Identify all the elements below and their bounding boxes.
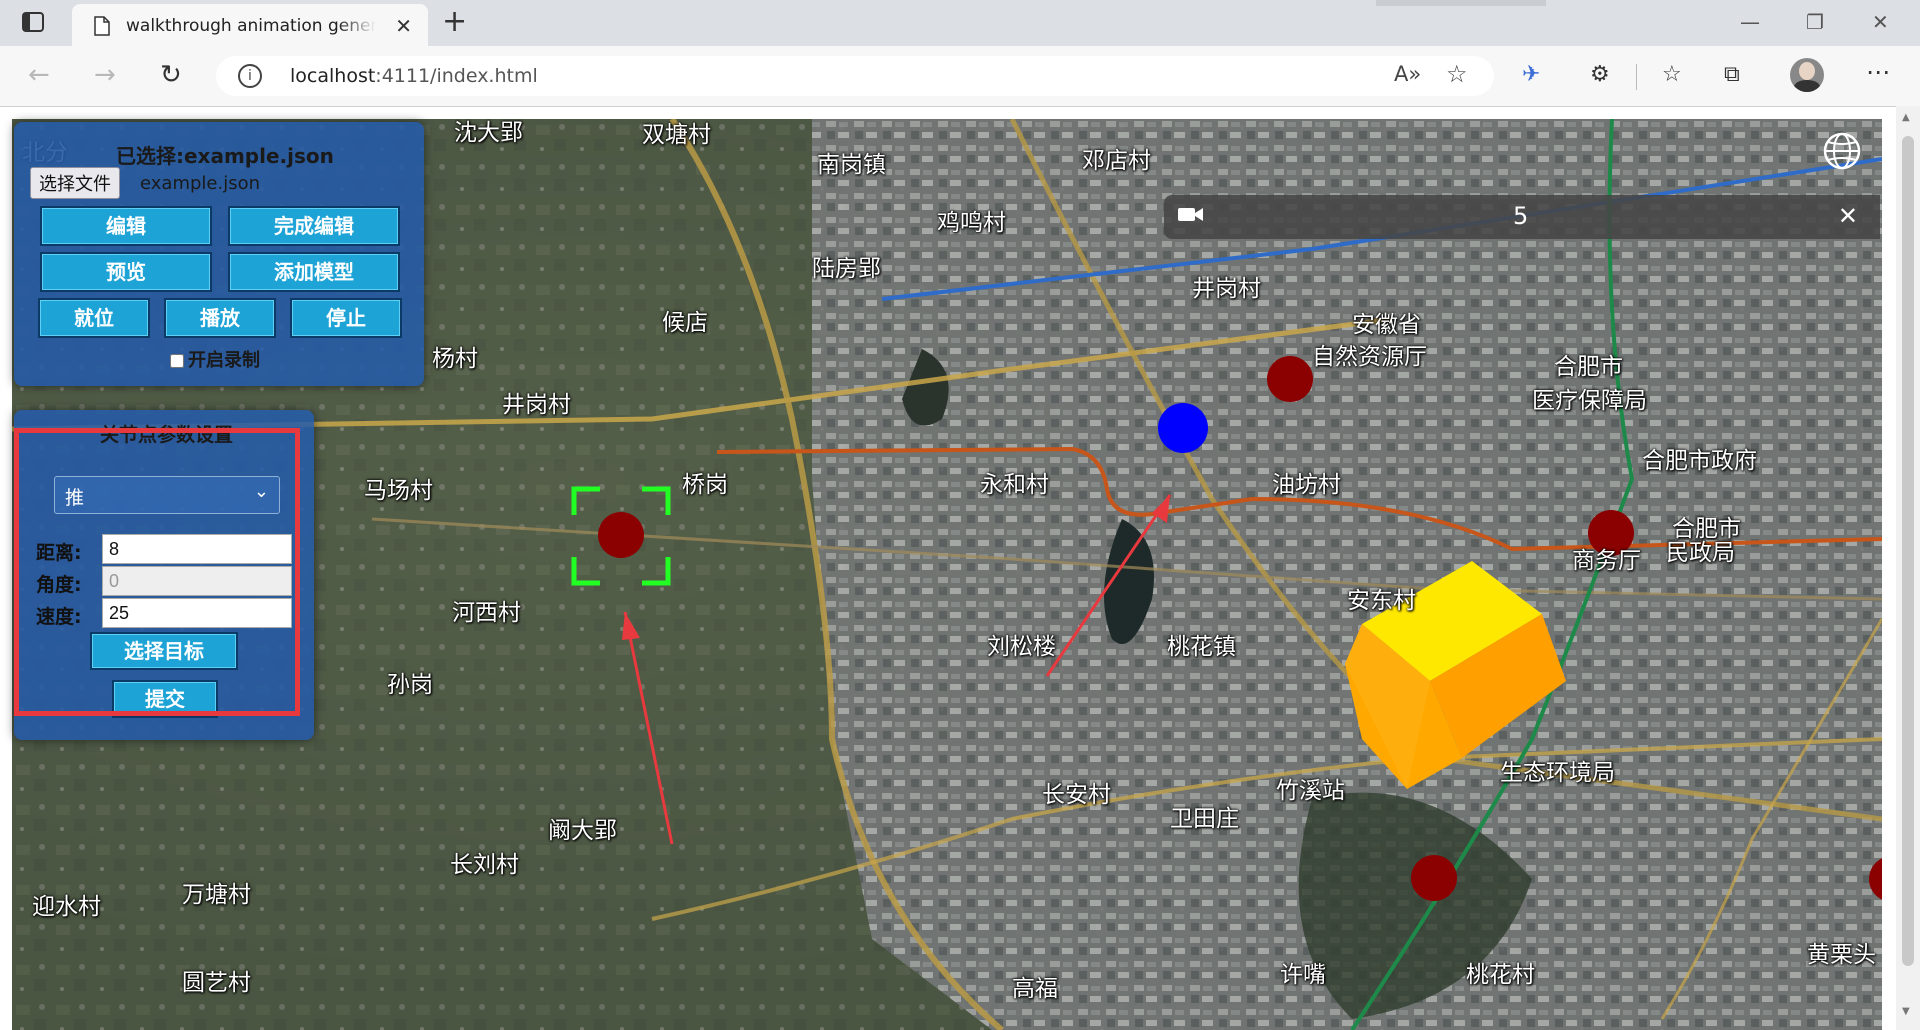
sidebar-icon[interactable] [22, 12, 44, 32]
refresh-icon[interactable]: ↻ [160, 60, 182, 90]
finish-edit-button[interactable]: 完成编辑 [228, 206, 400, 246]
map-label: 井岗村 [502, 392, 571, 418]
record-label: 开启录制 [188, 350, 260, 371]
joint-marker[interactable] [1267, 356, 1313, 402]
highlight-box [14, 428, 300, 716]
map-label: 桃花镇 [1167, 634, 1236, 660]
map-label: 民政局 [1666, 540, 1735, 566]
record-checkbox[interactable] [170, 354, 184, 368]
restore-icon[interactable]: ❐ [1806, 10, 1824, 34]
stop-button[interactable]: 停止 [290, 298, 402, 338]
page-scrollbar[interactable]: ▲ ▼ [1896, 106, 1920, 1030]
play-button[interactable]: 播放 [164, 298, 276, 338]
map-label: 永和村 [980, 472, 1049, 498]
browser-tab-bar: walkthrough animation generator ✕ + — ❐ … [0, 0, 1920, 46]
choose-file-button[interactable]: 选择文件 [30, 167, 120, 199]
info-icon[interactable]: i [238, 64, 262, 88]
read-aloud-icon[interactable]: A» [1394, 62, 1421, 86]
extension-bird-icon[interactable]: ✈ [1522, 62, 1540, 87]
map-label: 黄栗头 [1807, 942, 1876, 968]
map-label: 井岗村 [1192, 276, 1261, 302]
map-label: 生态环境局 [1500, 760, 1615, 786]
collections-icon[interactable]: ⧉ [1724, 62, 1740, 87]
minimize-icon[interactable]: — [1740, 10, 1760, 34]
map-label: 河西村 [452, 600, 521, 626]
tab-title: walkthrough animation generator [126, 16, 376, 36]
scroll-thumb[interactable] [1902, 136, 1914, 966]
edit-button[interactable]: 编辑 [40, 206, 212, 246]
map-label: 刘松楼 [987, 634, 1056, 660]
joint-marker[interactable] [598, 512, 644, 558]
map-label: 竹溪站 [1276, 778, 1345, 804]
address-input[interactable]: i localhost:4111/index.html A» ☆ [216, 56, 1494, 96]
close-icon[interactable]: ✕ [1838, 202, 1858, 230]
map-label: 南岗镇 [817, 152, 886, 178]
page-icon [94, 16, 110, 36]
in-place-button[interactable]: 就位 [38, 298, 150, 338]
globe-icon[interactable] [1822, 131, 1862, 171]
close-window-icon[interactable]: ✕ [1872, 10, 1889, 34]
close-icon[interactable]: ✕ [395, 14, 412, 38]
map-label: 双塘村 [642, 122, 711, 148]
extensions-icon[interactable]: ⚙ [1590, 62, 1610, 87]
map-label: 高福 [1012, 976, 1058, 1002]
toolbar-divider [1636, 64, 1637, 90]
map-label: 迎水村 [32, 894, 101, 920]
selected-file-label: 已选择:example.json [116, 144, 334, 168]
timer-value: 5 [1513, 202, 1529, 230]
map-label: 鸡鸣村 [937, 210, 1006, 236]
map-label: 医疗保障局 [1532, 388, 1647, 414]
map-label: 马场村 [364, 478, 433, 504]
map-label: 陆房郢 [812, 256, 881, 282]
map-label: 许嘴 [1280, 962, 1326, 988]
recording-timer-bar: 5 ✕ [1164, 195, 1880, 239]
control-panel: 已选择:example.json 选择文件 example.json 编辑 完成… [14, 122, 424, 386]
map-label: 合肥市 [1554, 354, 1623, 380]
map-label: 孙岗 [387, 672, 433, 698]
map-label: 长刘村 [450, 852, 519, 878]
favorites-icon[interactable]: ☆ [1662, 62, 1682, 87]
camera-icon [1178, 208, 1203, 221]
map-label: 商务厅 [1572, 548, 1641, 574]
forward-icon[interactable]: → [94, 60, 116, 90]
map-label: 沈大郢 [454, 120, 523, 146]
map-label: 杨村 [432, 346, 478, 372]
current-position-marker[interactable] [1158, 403, 1208, 453]
map-label: 卫田庄 [1170, 806, 1239, 832]
map-label: 自然资源厅 [1312, 344, 1427, 370]
url-text[interactable]: localhost:4111/index.html [290, 65, 538, 87]
map-label: 万塘村 [182, 882, 251, 908]
browser-tab[interactable]: walkthrough animation generator ✕ [72, 4, 428, 46]
map-label: 邓店村 [1082, 148, 1151, 174]
address-toolbar: ← → ↻ i localhost:4111/index.html A» ☆ ✈… [0, 46, 1920, 107]
map-label: 安东村 [1347, 588, 1416, 614]
scroll-up-icon[interactable]: ▲ [1902, 112, 1910, 123]
window-drag-region[interactable] [1376, 0, 1546, 6]
profile-avatar[interactable] [1790, 58, 1824, 92]
scroll-down-icon[interactable]: ▼ [1902, 1006, 1910, 1017]
map-label: 安徽省 [1352, 312, 1421, 338]
plus-icon[interactable]: + [442, 6, 467, 38]
map-label: 候店 [662, 310, 708, 336]
back-icon[interactable]: ← [28, 60, 50, 90]
record-checkbox-row[interactable]: 开启录制 [170, 346, 260, 372]
map-label: 合肥市政府 [1642, 448, 1757, 474]
favorite-add-icon[interactable]: ☆ [1446, 60, 1468, 88]
map-label: 长安村 [1042, 782, 1111, 808]
map-label: 桥岗 [682, 472, 728, 498]
map-label: 油坊村 [1272, 472, 1341, 498]
map-label: 阚大郢 [548, 818, 617, 844]
more-icon[interactable]: ⋯ [1866, 58, 1890, 86]
preview-button[interactable]: 预览 [40, 252, 212, 292]
file-name: example.json [140, 173, 260, 194]
add-model-button[interactable]: 添加模型 [228, 252, 400, 292]
joint-marker[interactable] [1411, 855, 1457, 901]
map-label: 桃花村 [1466, 962, 1535, 988]
map-label: 圆艺村 [182, 970, 251, 996]
